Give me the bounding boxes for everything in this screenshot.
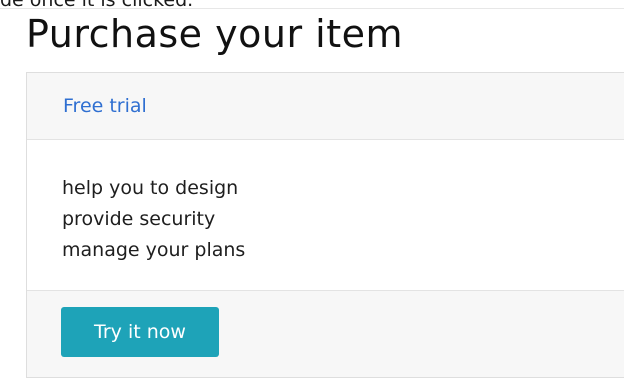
feature-item: help you to design [62,177,239,199]
feature-item: provide security [62,208,216,230]
card-header: Free trial [27,73,624,140]
divider [0,8,624,9]
try-it-now-button[interactable]: Try it now [61,307,219,357]
pricing-card: Free trial help you to design provide se… [26,72,624,378]
card-footer: Try it now [27,290,624,377]
card-body: help you to design provide security mana… [27,140,624,290]
page: de once it is clicked. Purchase your ite… [0,0,624,383]
free-trial-link[interactable]: Free trial [63,95,147,117]
feature-item: manage your plans [62,239,246,261]
page-title: Purchase your item [26,12,404,56]
partial-text-line: de once it is clicked. [0,0,194,11]
